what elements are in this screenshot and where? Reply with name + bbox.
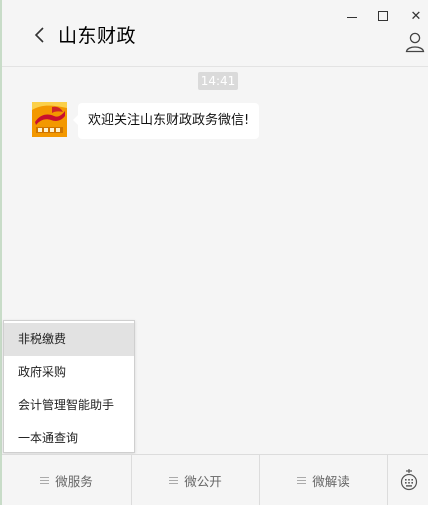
submenu-item-government-procurement[interactable]: 政府采购 bbox=[4, 356, 134, 389]
maximize-button[interactable] bbox=[373, 6, 393, 26]
maximize-icon bbox=[378, 11, 388, 21]
message-bubble: 欢迎关注山东财政政务微信! bbox=[72, 103, 260, 139]
keyboard-toggle-button[interactable] bbox=[388, 455, 428, 505]
menu-lines-icon bbox=[40, 476, 50, 484]
menu-label: 微服务 bbox=[55, 473, 93, 489]
message-timestamp: 14:41 bbox=[198, 72, 238, 90]
bottom-menu-bar: 微服务 微公开 微解读 bbox=[2, 454, 428, 505]
minimize-icon bbox=[347, 16, 357, 18]
close-icon: ✕ bbox=[410, 8, 422, 24]
close-button[interactable]: ✕ bbox=[406, 6, 426, 26]
page-title: 山东财政 bbox=[58, 25, 137, 47]
menu-micro-interpretation-button[interactable]: 微解读 bbox=[260, 455, 388, 505]
chat-header: 山东财政 bbox=[2, 0, 428, 67]
menu-lines-icon bbox=[169, 476, 179, 484]
submenu-item-yibentong-query[interactable]: 一本通查询 bbox=[4, 422, 134, 455]
submenu-item-non-tax-payment[interactable]: 非税缴费 bbox=[4, 323, 134, 356]
chevron-left-icon bbox=[34, 27, 44, 43]
menu-label: 微公开 bbox=[184, 473, 222, 489]
menu-lines-icon bbox=[297, 476, 307, 484]
profile-button[interactable] bbox=[404, 31, 426, 53]
avatar[interactable] bbox=[32, 102, 67, 137]
shandong-finance-logo-icon bbox=[32, 102, 67, 137]
submenu-item-accounting-assistant[interactable]: 会计管理智能助手 bbox=[4, 389, 134, 422]
menu-label: 微解读 bbox=[312, 473, 350, 489]
menu-micro-service-button[interactable]: 微服务 bbox=[2, 455, 132, 505]
submenu-popup: 非税缴费 政府采购 会计管理智能助手 一本通查询 bbox=[3, 320, 135, 453]
keyboard-toggle-icon bbox=[400, 469, 418, 491]
back-button[interactable] bbox=[30, 22, 50, 48]
menu-micro-disclosure-button[interactable]: 微公开 bbox=[132, 455, 260, 505]
chat-window: 山东财政 ✕ 14:41 欢迎关注山东财政政务微信! 非税缴费 政府采购 会计管… bbox=[0, 0, 428, 505]
user-icon bbox=[405, 32, 425, 53]
minimize-button[interactable] bbox=[342, 6, 362, 26]
